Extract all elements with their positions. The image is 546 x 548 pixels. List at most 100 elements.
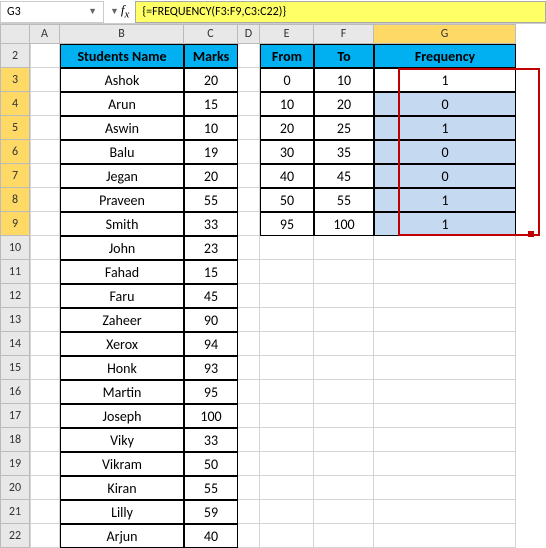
cell-F21[interactable] xyxy=(314,500,374,524)
cell-A10[interactable] xyxy=(30,236,60,260)
row-header-11[interactable]: 11 xyxy=(0,260,30,284)
cell-G11[interactable] xyxy=(374,260,516,284)
cell-F10[interactable] xyxy=(314,236,374,260)
cell-B3[interactable]: Ashok xyxy=(60,68,184,92)
cell-A3[interactable] xyxy=(30,68,60,92)
cell-B14[interactable]: Xerox xyxy=(60,332,184,356)
cell-A21[interactable] xyxy=(30,500,60,524)
row-header-13[interactable]: 13 xyxy=(0,308,30,332)
row-header-19[interactable]: 19 xyxy=(0,452,30,476)
cell-B4[interactable]: Arun xyxy=(60,92,184,116)
row-header-16[interactable]: 16 xyxy=(0,380,30,404)
cell-A8[interactable] xyxy=(30,188,60,212)
cell-B17[interactable]: Joseph xyxy=(60,404,184,428)
cell-B22[interactable]: Arjun xyxy=(60,524,184,548)
cell-A4[interactable] xyxy=(30,92,60,116)
cell-E16[interactable] xyxy=(260,380,314,404)
cell-F15[interactable] xyxy=(314,356,374,380)
cell-E20[interactable] xyxy=(260,476,314,500)
cell-A17[interactable] xyxy=(30,404,60,428)
row-header-8[interactable]: 8 xyxy=(0,188,30,212)
row-header-2[interactable]: 2 xyxy=(0,44,30,68)
cell-E11[interactable] xyxy=(260,260,314,284)
row-header-20[interactable]: 20 xyxy=(0,476,30,500)
cell-E15[interactable] xyxy=(260,356,314,380)
cell-C14[interactable]: 94 xyxy=(184,332,238,356)
cell-B15[interactable]: Honk xyxy=(60,356,184,380)
cell-F11[interactable] xyxy=(314,260,374,284)
formula-bar[interactable]: {=FREQUENCY(F3:F9,C3:C22)} xyxy=(135,1,546,23)
cell-C19[interactable]: 50 xyxy=(184,452,238,476)
cell-B10[interactable]: John xyxy=(60,236,184,260)
cell-D11[interactable] xyxy=(238,260,260,284)
cell-F12[interactable] xyxy=(314,284,374,308)
cell-A9[interactable] xyxy=(30,212,60,236)
cell-D6[interactable] xyxy=(238,140,260,164)
cell-D10[interactable] xyxy=(238,236,260,260)
cell-F19[interactable] xyxy=(314,452,374,476)
cell-F7[interactable]: 45 xyxy=(314,164,374,188)
cell-F9[interactable]: 100 xyxy=(314,212,374,236)
cell-C9[interactable]: 33 xyxy=(184,212,238,236)
name-box-dropdown-icon[interactable]: ▼ xyxy=(88,6,97,17)
cell-C10[interactable]: 23 xyxy=(184,236,238,260)
cell-F18[interactable] xyxy=(314,428,374,452)
cell-E21[interactable] xyxy=(260,500,314,524)
cell-F2[interactable]: To xyxy=(314,44,374,68)
name-box[interactable]: G3 ▼ xyxy=(0,1,104,23)
cell-A13[interactable] xyxy=(30,308,60,332)
cell-C17[interactable]: 100 xyxy=(184,404,238,428)
row-header-21[interactable]: 21 xyxy=(0,500,30,524)
cell-C12[interactable]: 45 xyxy=(184,284,238,308)
col-header-A[interactable]: A xyxy=(30,24,60,44)
cell-E12[interactable] xyxy=(260,284,314,308)
cell-D18[interactable] xyxy=(238,428,260,452)
cell-C2[interactable]: Marks xyxy=(184,44,238,68)
cell-E13[interactable] xyxy=(260,308,314,332)
cell-F13[interactable] xyxy=(314,308,374,332)
cell-F6[interactable]: 35 xyxy=(314,140,374,164)
cell-B18[interactable]: Viky xyxy=(60,428,184,452)
cell-G20[interactable] xyxy=(374,476,516,500)
cell-D15[interactable] xyxy=(238,356,260,380)
cell-C20[interactable]: 55 xyxy=(184,476,238,500)
row-header-7[interactable]: 7 xyxy=(0,164,30,188)
cell-A22[interactable] xyxy=(30,524,60,548)
cell-G8[interactable]: 1 xyxy=(374,188,516,212)
cell-F16[interactable] xyxy=(314,380,374,404)
row-header-15[interactable]: 15 xyxy=(0,356,30,380)
cell-D16[interactable] xyxy=(238,380,260,404)
cell-A5[interactable] xyxy=(30,116,60,140)
cell-D17[interactable] xyxy=(238,404,260,428)
select-all-corner[interactable] xyxy=(0,24,30,44)
cell-E4[interactable]: 10 xyxy=(260,92,314,116)
cell-C11[interactable]: 15 xyxy=(184,260,238,284)
cell-E14[interactable] xyxy=(260,332,314,356)
cell-A19[interactable] xyxy=(30,452,60,476)
cell-B9[interactable]: Smith xyxy=(60,212,184,236)
cell-G14[interactable] xyxy=(374,332,516,356)
functions-dropdown-icon[interactable]: ▼ xyxy=(110,6,119,17)
cell-F22[interactable] xyxy=(314,524,374,548)
cell-E8[interactable]: 50 xyxy=(260,188,314,212)
cell-G13[interactable] xyxy=(374,308,516,332)
cell-D13[interactable] xyxy=(238,308,260,332)
cell-A20[interactable] xyxy=(30,476,60,500)
cell-A6[interactable] xyxy=(30,140,60,164)
row-header-4[interactable]: 4 xyxy=(0,92,30,116)
cell-G22[interactable] xyxy=(374,524,516,548)
cell-A2[interactable] xyxy=(30,44,60,68)
col-header-C[interactable]: C xyxy=(184,24,238,44)
cell-B13[interactable]: Zaheer xyxy=(60,308,184,332)
cell-G19[interactable] xyxy=(374,452,516,476)
col-header-D[interactable]: D xyxy=(238,24,260,44)
cell-B21[interactable]: Lilly xyxy=(60,500,184,524)
cell-G7[interactable]: 0 xyxy=(374,164,516,188)
row-header-3[interactable]: 3 xyxy=(0,68,30,92)
cell-G12[interactable] xyxy=(374,284,516,308)
cell-F3[interactable]: 10 xyxy=(314,68,374,92)
col-header-G[interactable]: G xyxy=(374,24,516,44)
cell-D7[interactable] xyxy=(238,164,260,188)
cell-C18[interactable]: 33 xyxy=(184,428,238,452)
cell-B11[interactable]: Fahad xyxy=(60,260,184,284)
